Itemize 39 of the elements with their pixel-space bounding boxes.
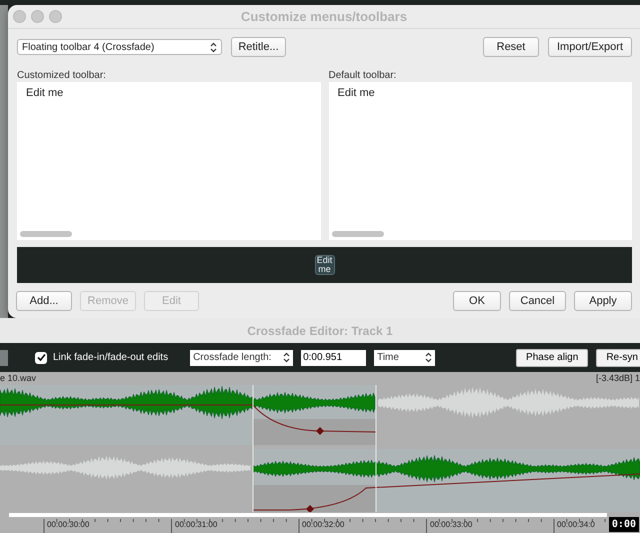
timestamp: 0:00 xyxy=(608,517,639,532)
link-checkbox[interactable]: Link fade-in/fade-out edits xyxy=(35,352,168,364)
dialog-button[interactable]: Add... xyxy=(16,291,72,311)
file-name: e 10.wav xyxy=(0,372,36,385)
minimize-window-icon[interactable] xyxy=(31,10,44,23)
zoom-window-icon[interactable] xyxy=(49,10,62,23)
list-item[interactable]: Edit me xyxy=(338,87,623,99)
scrollbar-thumb[interactable] xyxy=(332,231,384,237)
panel-label: Default toolbar: xyxy=(328,70,398,82)
length-dropdown[interactable]: Crossfade length: xyxy=(190,350,294,366)
toolbar-button[interactable]: Reset xyxy=(483,37,539,57)
time-label: 00:00:31:00 xyxy=(175,520,218,529)
checkmark-icon xyxy=(36,353,46,362)
unit-dropdown[interactable]: Time xyxy=(374,350,436,366)
time-label: 00:00:30:00 xyxy=(47,520,90,529)
panel-label: Customized toolbar: xyxy=(17,70,107,82)
toolbar-preview-button[interactable]: Edit me xyxy=(314,255,334,275)
dialog-button[interactable]: Apply xyxy=(574,291,632,311)
list-item[interactable]: Edit me xyxy=(26,87,312,99)
up-down-arrows-icon xyxy=(210,42,217,52)
window-title: Customize menus/toolbars xyxy=(240,9,408,24)
window-title: Crossfade Editor: Track 1 xyxy=(0,318,640,343)
scroll-button[interactable] xyxy=(0,350,8,366)
editor-button[interactable]: Re-syn xyxy=(596,348,640,366)
time-label: 00:00:32:00 xyxy=(302,520,344,529)
up-down-arrows-icon xyxy=(283,352,290,363)
editor-button[interactable]: Phase align xyxy=(516,348,588,366)
dialog-button[interactable]: OK xyxy=(453,291,501,311)
close-window-icon[interactable] xyxy=(13,10,26,23)
scrollbar-thumb[interactable] xyxy=(20,231,72,237)
length-input[interactable]: 0:00.951 xyxy=(301,350,366,366)
gain-reading: [-3.43dB] 1 xyxy=(596,372,640,385)
up-down-arrows-icon xyxy=(425,352,432,363)
time-label: 00:00:34:0 xyxy=(557,520,595,529)
toolbar-button[interactable]: Import/Export xyxy=(548,37,632,57)
toolbar-button[interactable]: Retitle... xyxy=(231,37,286,57)
time-label: 00:00:33:00 xyxy=(430,520,472,529)
dialog-button[interactable]: Cancel xyxy=(509,291,566,311)
toolbar-dropdown[interactable]: Floating toolbar 4 (Crossfade) xyxy=(17,39,222,55)
